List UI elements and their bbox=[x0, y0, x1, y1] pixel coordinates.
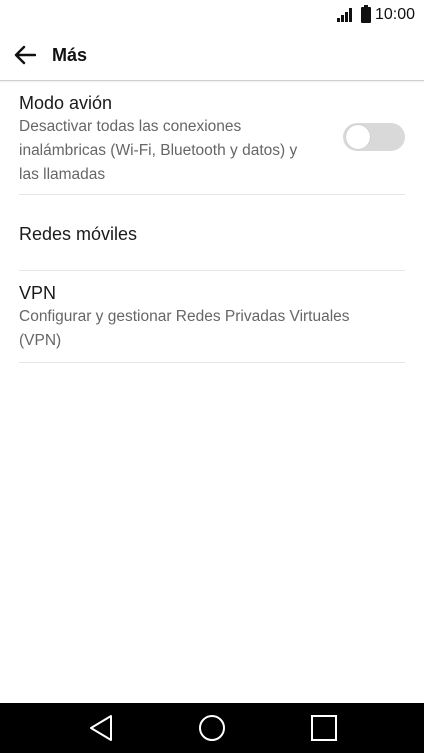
list-item-airplane-mode[interactable]: Modo avión Desactivar todas las conexion… bbox=[19, 81, 405, 195]
back-button[interactable] bbox=[8, 39, 42, 71]
airplane-mode-toggle[interactable] bbox=[343, 122, 405, 152]
settings-list: Modo avión Desactivar todas las conexion… bbox=[0, 81, 424, 363]
nav-recents-button[interactable] bbox=[309, 713, 339, 743]
page-title: Más bbox=[52, 45, 88, 65]
triangle-back-icon bbox=[90, 715, 112, 741]
nav-home-button[interactable] bbox=[197, 713, 227, 743]
status-bar: 10:00 bbox=[0, 0, 424, 30]
circle-home-icon bbox=[199, 715, 225, 741]
vpn-subtitle: Configurar y gestionar Redes Privadas Vi… bbox=[19, 308, 350, 349]
airplane-mode-subtitle: Desactivar todas las conexiones inalámbr… bbox=[19, 118, 298, 183]
toggle-thumb bbox=[346, 125, 370, 149]
nav-back-button[interactable] bbox=[86, 713, 116, 743]
battery-icon bbox=[361, 5, 371, 23]
arrow-left-icon bbox=[14, 45, 36, 65]
airplane-mode-title: Modo avión bbox=[19, 93, 113, 113]
navigation-bar bbox=[0, 703, 424, 753]
app-bar: Más bbox=[0, 30, 424, 81]
mobile-networks-title: Redes móviles bbox=[19, 224, 138, 244]
signal-icon bbox=[337, 8, 352, 22]
square-recents-icon bbox=[311, 715, 337, 741]
status-time: 10:00 bbox=[375, 6, 416, 23]
list-item-vpn[interactable]: VPN Configurar y gestionar Redes Privada… bbox=[19, 271, 405, 363]
list-item-mobile-networks[interactable]: Redes móviles bbox=[19, 195, 405, 271]
vpn-title: VPN bbox=[19, 283, 57, 303]
